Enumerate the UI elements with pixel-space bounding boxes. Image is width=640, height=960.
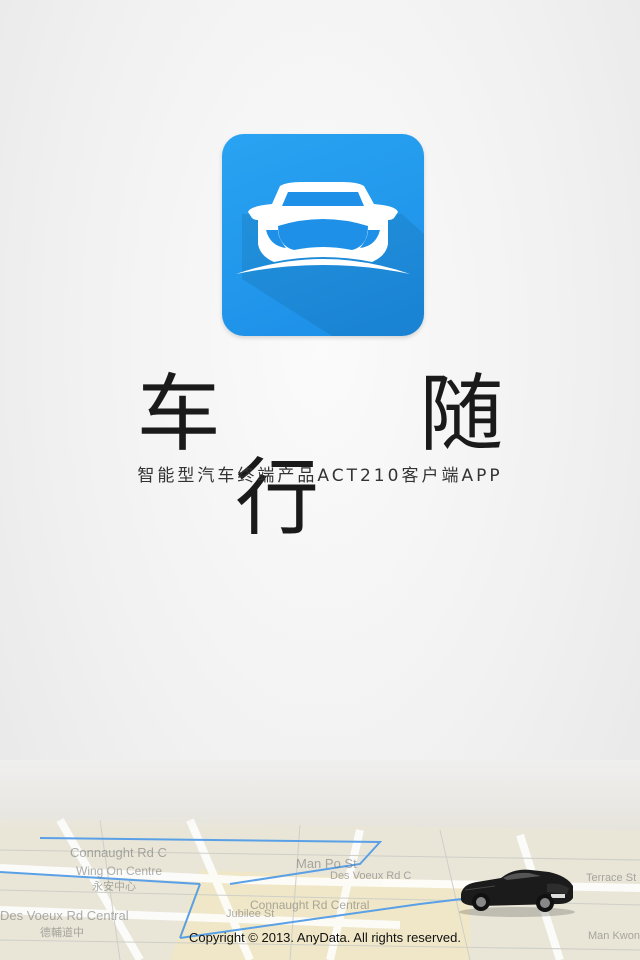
street-label: 永安中心	[92, 881, 136, 893]
convertible-car-image	[459, 869, 575, 917]
street-label: Des Voeux Rd Central	[0, 908, 129, 923]
street-label: Des Voeux Rd C	[330, 870, 412, 882]
street-label: Wing On Centre	[76, 864, 163, 878]
copyright-notice: Copyright © 2013. AnyData. All rights re…	[189, 930, 461, 945]
street-label: Jubilee St	[226, 908, 275, 920]
street-label: Terrace St	[586, 872, 637, 884]
street-label: Connaught Rd C	[70, 845, 167, 860]
app-name: 车 随 行	[136, 365, 590, 547]
street-label: Man Po St	[296, 856, 357, 871]
app-logo-icon	[222, 134, 424, 336]
app-tagline: 智能型汽车终端产品ACT210客户端APP	[137, 466, 503, 486]
car-front-icon	[236, 182, 424, 336]
